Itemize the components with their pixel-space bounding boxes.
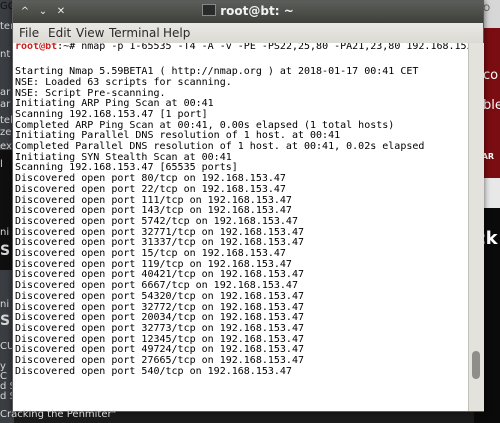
bg-fragment: nt (0, 49, 11, 60)
terminal-line: Discovered open port 540/tcp on 192.168.… (15, 365, 292, 377)
menu-help[interactable]: Help (163, 26, 190, 40)
bg-fragment: ar (0, 87, 11, 98)
bg-fragment: ni (0, 299, 10, 310)
window-title-text: root@bt: ~ (220, 4, 294, 18)
menu-view[interactable]: View (76, 26, 104, 40)
bg-fragment: S (0, 313, 11, 329)
bg-fragment: ar (0, 99, 11, 110)
prompt-user: root@bt (15, 43, 58, 52)
bg-fragment: ze (0, 127, 12, 138)
menu-bar: File Edit View Terminal Help (13, 23, 483, 44)
bg-fragment: l (0, 159, 3, 170)
menu-edit[interactable]: Edit (48, 26, 71, 40)
prompt-path: :~# (57, 43, 82, 52)
scrollbar-thumb[interactable] (472, 351, 480, 379)
vertical-scrollbar[interactable] (468, 43, 484, 411)
menu-file[interactable]: File (19, 26, 39, 40)
terminal-output[interactable]: root@bt:~# nmap -p 1-65535 -T4 -A -v -PE… (13, 43, 468, 411)
terminal-icon (202, 4, 217, 16)
bg-fragment: S (0, 243, 11, 259)
command-text: nmap -p 1-65535 -T4 -A -v -PE -PS22,25,8… (81, 43, 468, 52)
window-title: root@bt: ~ (13, 4, 483, 18)
window-titlebar[interactable]: ^ ⌄ ✕ root@bt: ~ (13, 1, 483, 23)
bg-caption: Cracking the Penmiter" (0, 409, 117, 420)
terminal-window: ^ ⌄ ✕ root@bt: ~ File Edit View Terminal… (12, 0, 484, 412)
command-line: root@bt:~# nmap -p 1-65535 -T4 -A -v -PE… (15, 43, 468, 53)
menu-terminal[interactable]: Terminal (109, 26, 160, 40)
bg-fragment: ni (0, 227, 10, 238)
